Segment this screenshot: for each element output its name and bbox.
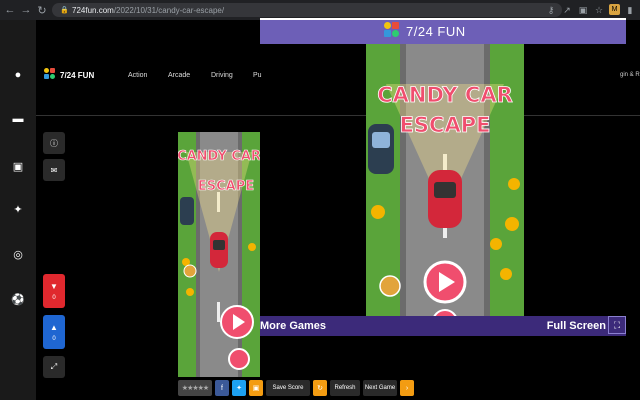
gamepad-icon[interactable]: ▬ xyxy=(11,112,25,126)
site-logo[interactable]: 7/24 FUN xyxy=(44,68,94,82)
expand-button[interactable]: ⤢ xyxy=(43,356,65,378)
comment-icon: ✉ xyxy=(50,165,58,175)
menu-item-driving[interactable]: Driving xyxy=(211,72,253,79)
popup-title: 7/24 FUN xyxy=(406,23,466,39)
save-score-button[interactable]: Save Score xyxy=(266,380,310,396)
game-toolbar: ★★★★★ f ✦ ▣ Save Score ↻ Refresh Next Ga… xyxy=(178,378,414,398)
like-count: 0 xyxy=(52,335,56,342)
share-icon[interactable]: ↗ xyxy=(561,3,573,17)
popup-header: 7/24 FUN xyxy=(260,18,626,44)
translate-icon[interactable]: ▣ xyxy=(577,3,589,17)
browser-toolbar: ← → ↻ 🔒 724fun.com/2022/10/31/candy-car-… xyxy=(0,0,640,20)
menu-item-arcade[interactable]: Arcade xyxy=(168,72,211,79)
popup-game-frame[interactable]: CANDY CAR ESCAPE xyxy=(366,44,524,334)
dislike-count: 0 xyxy=(52,294,56,301)
logo-text: 7/24 FUN xyxy=(60,70,95,80)
like-button[interactable]: ▲ 0 xyxy=(43,315,65,349)
thumbs-down-icon: ▼ xyxy=(50,281,58,291)
left-rail: ● ▬ ▣ ✦ ◎ ⚽ xyxy=(0,20,36,400)
dislike-button[interactable]: ▼ 0 xyxy=(43,274,65,308)
rating-stars[interactable]: ★★★★★ xyxy=(178,380,212,396)
back-icon[interactable]: ← xyxy=(2,0,18,20)
car-icon[interactable]: ▣ xyxy=(11,159,25,173)
sidebar-icon[interactable]: ▮ xyxy=(624,3,636,17)
save-icon[interactable]: ▣ xyxy=(249,380,263,396)
target-icon[interactable]: ◎ xyxy=(11,247,25,261)
game-artwork: CANDY CAR ESCAPE xyxy=(178,132,260,377)
fullscreen-icon[interactable]: ⛶ xyxy=(608,316,626,334)
game-frame[interactable]: CANDY CAR ESCAPE xyxy=(178,132,260,377)
main-menu: Action Arcade Driving Pu xyxy=(128,72,263,79)
logo-mark-icon xyxy=(384,22,400,40)
game-title-line1: CANDY CAR xyxy=(178,149,260,164)
info-button[interactable]: ⓘ xyxy=(43,132,65,154)
full-screen-link[interactable]: Full Screen xyxy=(547,320,606,332)
comment-button[interactable]: ✉ xyxy=(43,159,65,181)
bomb-icon[interactable]: ● xyxy=(11,68,25,82)
info-icon: ⓘ xyxy=(50,138,58,148)
url-path: /2022/10/31/candy-car-escape/ xyxy=(113,5,225,15)
popup-game-title-line2: ESCAPE xyxy=(400,113,491,137)
game-popup: 7/24 FUN CANDY CAR ESCAPE More Games Ful… xyxy=(260,18,626,336)
key-icon[interactable]: ⚷ xyxy=(545,3,557,17)
expand-icon: ⤢ xyxy=(50,362,58,371)
reload-icon[interactable]: ↻ xyxy=(34,0,50,20)
extension-icon[interactable]: M xyxy=(609,4,620,15)
refresh-icon[interactable]: ↻ xyxy=(313,380,327,396)
thumbs-up-icon: ▲ xyxy=(50,322,58,332)
popup-game-artwork: CANDY CAR ESCAPE xyxy=(366,44,524,334)
popup-footer: More Games Full Screen ⛶ xyxy=(260,316,626,336)
next-game-button[interactable]: Next Game xyxy=(363,380,397,396)
twitter-share-button[interactable]: ✦ xyxy=(232,380,246,396)
address-bar[interactable]: 🔒 724fun.com/2022/10/31/candy-car-escape… xyxy=(52,3,562,17)
soccer-ball-icon[interactable]: ⚽ xyxy=(11,292,25,306)
logo-mark-icon xyxy=(44,68,56,82)
more-games-link[interactable]: More Games xyxy=(260,320,326,332)
twitter-icon: ✦ xyxy=(236,385,242,392)
forward-icon[interactable]: → xyxy=(18,0,34,20)
game-title-line2: ESCAPE xyxy=(198,179,254,194)
menu-item-action[interactable]: Action xyxy=(128,72,168,79)
facebook-share-button[interactable]: f xyxy=(215,380,229,396)
facebook-icon: f xyxy=(221,384,223,392)
popup-top-border xyxy=(260,18,626,20)
refresh-button[interactable]: Refresh xyxy=(330,380,360,396)
puzzle-icon[interactable]: ✦ xyxy=(11,202,25,216)
next-arrow-icon[interactable]: › xyxy=(400,380,414,396)
popup-game-title-line1: CANDY CAR xyxy=(377,83,513,107)
lock-icon: 🔒 xyxy=(60,7,69,14)
url-host: 724fun.com xyxy=(72,5,114,15)
bookmark-star-icon[interactable]: ☆ xyxy=(593,3,605,17)
